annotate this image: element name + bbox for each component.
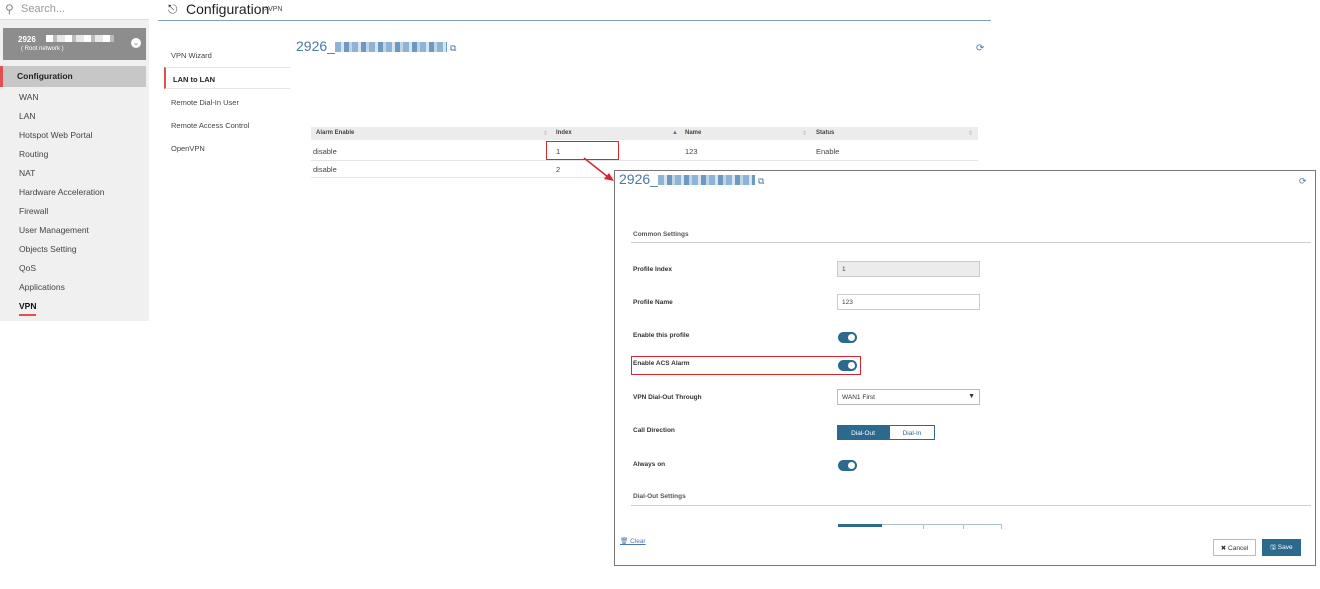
- submenu-openvpn[interactable]: OpenVPN: [164, 137, 290, 159]
- profile-name-field[interactable]: 123: [837, 294, 980, 310]
- page-title: Configuration: [186, 1, 270, 17]
- tab-divider: [923, 525, 924, 529]
- clear-link[interactable]: 🗑 Clear: [620, 537, 646, 545]
- dialout-through-select[interactable]: WAN1 First ▼: [837, 389, 980, 405]
- tab-divider: [963, 525, 964, 529]
- section-common-settings: Common Settings: [633, 231, 689, 238]
- col-name[interactable]: Name: [685, 130, 701, 136]
- external-link-icon[interactable]: ⧉: [758, 176, 764, 186]
- highlight-box-acs-alarm: [631, 356, 861, 375]
- cell-name: 123: [685, 147, 698, 156]
- submenu-remote-access-control[interactable]: Remote Access Control: [164, 114, 290, 136]
- col-status[interactable]: Status: [816, 130, 834, 136]
- sidebar-item-hw-accel[interactable]: Hardware Acceleration: [19, 187, 105, 197]
- profile-index-label: Profile Index: [633, 266, 673, 273]
- always-on-label: Always on: [633, 461, 666, 468]
- sidebar-item-firewall[interactable]: Firewall: [19, 206, 48, 216]
- cell-index[interactable]: 2: [556, 165, 560, 174]
- device-title-redacted: [334, 42, 447, 53]
- external-link-icon[interactable]: ⧉: [450, 43, 456, 53]
- chevron-down-icon[interactable]: ⌄: [131, 38, 141, 48]
- sidebar-item-wan[interactable]: WAN: [19, 92, 39, 102]
- device-subtitle: ( Root network ): [21, 46, 64, 52]
- search-icon: ⚲: [5, 2, 14, 16]
- save-label: Save: [1277, 544, 1293, 551]
- submenu-remote-dial-in[interactable]: Remote Dial-In User: [164, 91, 290, 113]
- refresh-icon[interactable]: ⟳: [1299, 176, 1307, 187]
- dialout-through-label: VPN Dial-Out Through: [633, 394, 702, 401]
- profile-name-label: Profile Name: [633, 299, 673, 306]
- sidebar-item-objects[interactable]: Objects Setting: [19, 244, 77, 254]
- refresh-icon[interactable]: ⟳: [976, 43, 984, 54]
- enable-profile-toggle[interactable]: [838, 332, 857, 343]
- router-icon: ⎋: [168, 2, 178, 16]
- always-on-toggle[interactable]: [838, 460, 857, 471]
- row-divider: [311, 160, 978, 161]
- detail-title: 2926_ ⧉: [619, 171, 764, 187]
- device-title-text: 2926_: [296, 38, 335, 54]
- sidebar-item-routing[interactable]: Routing: [19, 149, 48, 159]
- table-header: Alarm Enable ⇕ Index ▲ Name ⇕ Status ⇕: [311, 127, 978, 140]
- submenu-vpn-wizard[interactable]: VPN Wizard: [164, 44, 290, 66]
- tab-divider: [1001, 525, 1002, 529]
- section-divider: [631, 242, 1311, 243]
- sort-icon[interactable]: ⇕: [968, 130, 973, 137]
- highlight-box-index: [546, 141, 619, 160]
- sidebar-section-label: Configuration: [17, 71, 73, 81]
- cell-alarm: disable: [313, 147, 337, 156]
- col-alarm-enable[interactable]: Alarm Enable: [316, 130, 354, 136]
- sidebar-item-user-mgmt[interactable]: User Management: [19, 225, 89, 235]
- col-index[interactable]: Index: [556, 130, 572, 136]
- breadcrumb: >VPN: [264, 6, 283, 13]
- detail-title-redacted: [657, 175, 755, 186]
- call-direction-dial-out[interactable]: Dial-Out: [837, 425, 889, 440]
- section-dialout-settings: Dial-Out Settings: [633, 493, 686, 500]
- cancel-button[interactable]: ✖ Cancel: [1213, 539, 1256, 556]
- dialout-tabs[interactable]: [838, 524, 1002, 529]
- dialout-through-value: WAN1 First: [842, 394, 875, 401]
- device-selector[interactable]: 2926 ( Root network ) ⌄: [3, 28, 146, 60]
- cancel-label: Cancel: [1228, 545, 1249, 552]
- sidebar-item-hotspot[interactable]: Hotspot Web Portal: [19, 130, 93, 140]
- sidebar-item-applications[interactable]: Applications: [19, 282, 65, 292]
- device-title: 2926_ ⧉: [296, 38, 456, 54]
- device-name: 2926: [18, 35, 36, 44]
- search-box[interactable]: ⚲ Search...: [0, 0, 149, 20]
- sidebar-item-vpn[interactable]: VPN: [19, 301, 36, 311]
- profile-index-field: 1: [837, 261, 980, 277]
- save-button[interactable]: 🖫 Save: [1262, 539, 1301, 556]
- search-input[interactable]: Search...: [21, 3, 65, 15]
- submenu-lan-to-lan[interactable]: LAN to LAN: [164, 67, 290, 89]
- enable-profile-label: Enable this profile: [633, 332, 690, 339]
- sort-asc-icon[interactable]: ▲: [672, 130, 678, 136]
- detail-title-text: 2926_: [619, 171, 658, 187]
- sort-icon[interactable]: ⇕: [802, 130, 807, 137]
- active-indicator: [19, 314, 36, 316]
- device-name-redacted: [46, 35, 114, 42]
- sort-icon[interactable]: ⇕: [543, 130, 548, 137]
- dialout-tab-active[interactable]: [838, 524, 882, 527]
- sidebar-item-lan[interactable]: LAN: [19, 111, 36, 121]
- dropdown-arrow-icon: ▼: [968, 393, 975, 400]
- call-direction-dial-in[interactable]: Dial-In: [889, 425, 935, 440]
- sidebar-item-qos[interactable]: QoS: [19, 263, 36, 273]
- sidebar-section-configuration[interactable]: Configuration: [0, 66, 146, 87]
- sidebar-item-nat[interactable]: NAT: [19, 168, 35, 178]
- section-divider: [631, 505, 1311, 506]
- cell-status: Enable: [816, 147, 840, 156]
- header-divider: [158, 20, 991, 21]
- clear-label: Clear: [630, 538, 646, 545]
- call-direction-label: Call Direction: [633, 427, 675, 434]
- cell-alarm: disable: [313, 165, 337, 174]
